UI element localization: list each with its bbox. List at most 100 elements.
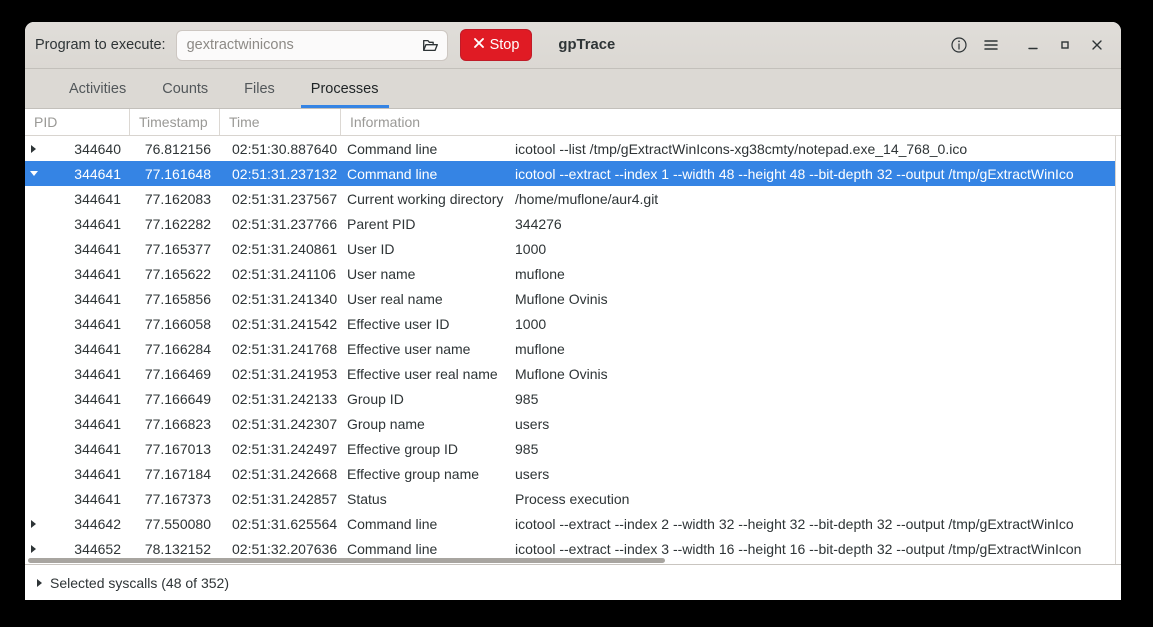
row-expander-collapsed-icon[interactable] xyxy=(25,519,42,528)
table-row[interactable]: 344641 77.166284 02:51:31.241768 Effective … xyxy=(25,336,1121,361)
column-header-pid[interactable]: PID xyxy=(25,109,130,135)
cell-timestamp: 77.167184 xyxy=(144,465,211,482)
cell-timestamp: 77.165377 xyxy=(144,240,211,257)
cell-pid-value: 344641 xyxy=(74,265,121,282)
cell-information-key: Command line xyxy=(347,165,438,182)
cell-information-value: /home/muflone/aur4.git xyxy=(515,190,659,207)
column-header-time[interactable]: Time xyxy=(220,109,341,135)
cell-information-key: Command line xyxy=(347,540,438,557)
cell-pid: 344641 xyxy=(25,316,130,332)
cell-time: 02:51:31.241106 xyxy=(232,265,337,282)
column-header-timestamp[interactable]: Timestamp xyxy=(130,109,220,135)
minimize-icon[interactable] xyxy=(1017,29,1049,61)
cell-pid-value: 344641 xyxy=(74,215,121,232)
cell-time: 02:51:31.625564 xyxy=(232,515,338,532)
tab-counts[interactable]: Counts xyxy=(144,69,226,108)
cell-time: 02:51:31.242857 xyxy=(232,490,338,507)
cell-information-value: 985 xyxy=(515,440,539,457)
table-rows: 344640 76.812156 02:51:30.887640 Command li… xyxy=(25,136,1121,561)
table-row[interactable]: 344641 77.167373 02:51:31.242857 Status Proc… xyxy=(25,486,1121,511)
cell-pid-value: 344641 xyxy=(74,390,121,407)
cell-timestamp: 77.166823 xyxy=(144,415,211,432)
cell-information-key: User real name xyxy=(347,290,443,307)
cell-information-key: Effective user ID xyxy=(347,315,450,332)
program-to-execute-label: Program to execute: xyxy=(35,37,166,53)
table-row[interactable]: 344641 77.165377 02:51:31.240861 User ID 100… xyxy=(25,236,1121,261)
cell-pid-value: 344641 xyxy=(74,240,121,257)
cell-time: 02:51:31.241542 xyxy=(232,315,338,332)
cell-information-key: Effective group ID xyxy=(347,440,459,457)
cell-information-value: 985 xyxy=(515,390,539,407)
cell-pid-value: 344652 xyxy=(74,540,121,557)
program-to-execute-input[interactable]: gextractwinicons xyxy=(175,29,448,61)
status-bar[interactable]: Selected syscalls (48 of 352) xyxy=(25,565,1121,600)
cell-pid-value: 344641 xyxy=(74,315,121,332)
maximize-icon[interactable] xyxy=(1049,29,1081,61)
table-row[interactable]: 344641 77.162282 02:51:31.237766 Parent PID… xyxy=(25,211,1121,236)
tab-processes-label: Processes xyxy=(310,80,379,97)
cell-information-value: Process execution xyxy=(515,490,630,507)
cell-pid: 344641 xyxy=(25,491,130,507)
cell-pid: 344641 xyxy=(25,441,130,457)
info-circle-icon[interactable] xyxy=(943,29,975,61)
stop-button[interactable]: Stop xyxy=(459,29,533,61)
table-row[interactable]: 344641 77.162083 02:51:31.237567 Current wo… xyxy=(25,186,1121,211)
cell-information-key: User ID xyxy=(347,240,395,257)
row-expander-expanded-icon[interactable] xyxy=(25,171,42,176)
tab-activities[interactable]: Activities xyxy=(51,69,144,108)
cell-pid: 344640 xyxy=(25,141,130,157)
tab-files[interactable]: Files xyxy=(226,69,293,108)
cell-information-key: Effective user name xyxy=(347,340,471,357)
hamburger-menu-icon[interactable] xyxy=(975,29,1007,61)
cell-pid-value: 344640 xyxy=(74,140,121,157)
table-row[interactable]: 344641 77.167013 02:51:31.242497 Effective … xyxy=(25,436,1121,461)
table-row[interactable]: 344641 77.166823 02:51:31.242307 Group name… xyxy=(25,411,1121,436)
cell-time: 02:51:31.242133 xyxy=(232,390,338,407)
table-row[interactable]: 344641 77.165622 02:51:31.241106 User name m… xyxy=(25,261,1121,286)
table-row[interactable]: 344641 77.167184 02:51:31.242668 Effective … xyxy=(25,461,1121,486)
cell-pid: 344641 xyxy=(25,391,130,407)
table-column-headers: PID Timestamp Time Information xyxy=(25,109,1121,136)
app-window: Program to execute: gextractwinicons Sto… xyxy=(25,22,1121,600)
cell-information-key: Current working directory xyxy=(347,190,504,207)
folder-open-icon[interactable] xyxy=(419,33,443,57)
column-header-information[interactable]: Information xyxy=(341,109,1121,135)
row-expander-collapsed-icon[interactable] xyxy=(25,144,42,153)
cell-information-key: User name xyxy=(347,265,416,282)
cell-information-value: icotool --list /tmp/gExtractWinIcons-xg3… xyxy=(515,140,968,157)
table-row[interactable]: 344641 77.166058 02:51:31.241542 Effective … xyxy=(25,311,1121,336)
horizontal-scrollbar-thumb[interactable] xyxy=(28,558,665,563)
window-close-icon[interactable] xyxy=(1081,29,1113,61)
cell-pid-value: 344641 xyxy=(74,365,121,382)
cell-pid: 344641 xyxy=(25,466,130,482)
cell-information-key: Group ID xyxy=(347,390,404,407)
cell-time: 02:51:30.887640 xyxy=(232,140,338,157)
cell-timestamp: 77.166284 xyxy=(144,340,211,357)
table-row[interactable]: 344640 76.812156 02:51:30.887640 Command li… xyxy=(25,136,1121,161)
table-row[interactable]: 344641 77.166649 02:51:31.242133 Group ID 98… xyxy=(25,386,1121,411)
cell-information-value: icotool --extract --index 3 --width 16 -… xyxy=(515,540,1082,557)
cell-timestamp: 77.167373 xyxy=(144,490,211,507)
tab-processes[interactable]: Processes xyxy=(293,69,397,108)
tab-counts-label: Counts xyxy=(162,80,209,97)
processes-table: PID Timestamp Time Information 344640 76.… xyxy=(25,109,1121,565)
table-row[interactable]: 344641 77.166469 02:51:31.241953 Effective … xyxy=(25,361,1121,386)
cell-time: 02:51:31.242668 xyxy=(232,465,338,482)
cell-pid: 344641 xyxy=(25,366,130,382)
cell-timestamp: 77.165856 xyxy=(144,290,211,307)
cell-information-key: Group name xyxy=(347,415,425,432)
cell-time: 02:51:31.237766 xyxy=(232,215,338,232)
cell-pid: 344652 xyxy=(25,541,130,557)
cell-timestamp: 77.162083 xyxy=(144,190,211,207)
table-row[interactable]: 344641 77.161648 02:51:31.237132 Command li… xyxy=(25,161,1121,186)
cell-pid-value: 344641 xyxy=(74,440,121,457)
close-x-icon xyxy=(473,37,485,53)
cell-pid: 344641 xyxy=(25,241,130,257)
cell-pid-value: 344641 xyxy=(74,415,121,432)
row-expander-collapsed-icon[interactable] xyxy=(25,544,42,553)
table-row[interactable]: 344642 77.550080 02:51:31.625564 Command li… xyxy=(25,511,1121,536)
cell-pid-value: 344641 xyxy=(74,165,121,182)
cell-information-value: muflone xyxy=(515,340,565,357)
cell-information-value: 1000 xyxy=(515,315,547,332)
table-row[interactable]: 344641 77.165856 02:51:31.241340 User real … xyxy=(25,286,1121,311)
